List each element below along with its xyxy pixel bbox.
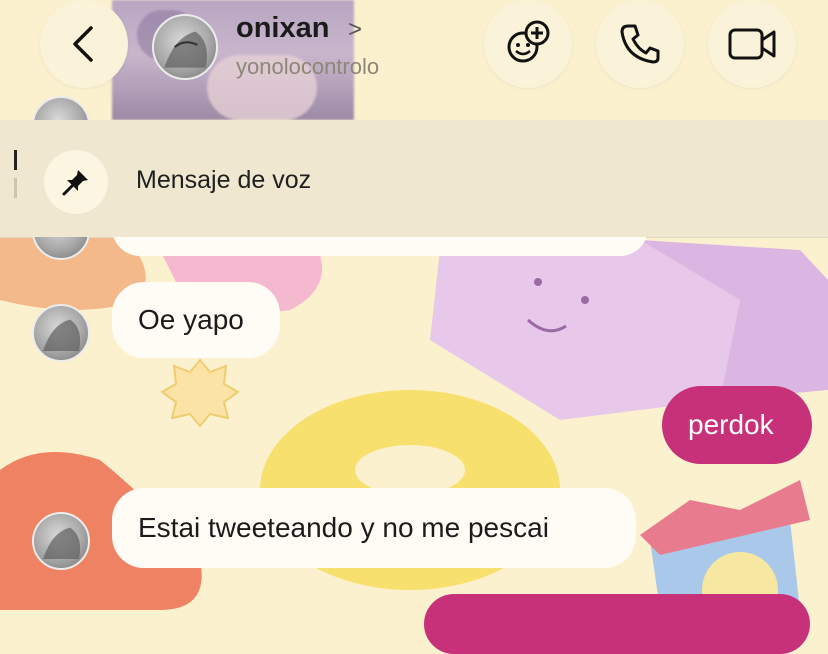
back-chevron-icon	[73, 26, 93, 62]
phone-icon	[620, 24, 660, 64]
pin-icon	[62, 170, 88, 196]
message-bubble-received[interactable]: Estai tweeteando y no me pescai	[112, 488, 636, 568]
message-bubble-received[interactable]: Oe yapo	[112, 282, 280, 358]
pinned-message-label[interactable]: Mensaje de voz	[136, 166, 311, 195]
header-avatar[interactable]	[152, 14, 218, 80]
video-call-button[interactable]	[708, 0, 796, 88]
message-bubble-sent-partial[interactable]	[424, 594, 810, 654]
add-emoji-button[interactable]	[484, 0, 572, 88]
message-text: Oe yapo	[138, 304, 244, 335]
message-bubble-sent[interactable]: perdok	[662, 386, 812, 464]
message-text: Estai tweeteando y no me pescai	[138, 512, 549, 543]
pin-indicator-active	[14, 150, 17, 170]
add-emoji-icon	[507, 20, 550, 63]
message-text: perdok	[688, 409, 774, 440]
message-avatar[interactable]	[32, 304, 90, 362]
pin-icon-container	[44, 150, 108, 214]
back-button[interactable]	[40, 0, 128, 88]
contact-handle: yonolocontrolo	[236, 54, 380, 79]
contact-username[interactable]: onixan	[236, 12, 329, 45]
message-avatar[interactable]	[32, 512, 90, 570]
video-camera-icon	[728, 28, 776, 60]
pin-indicator-inactive	[14, 178, 17, 198]
call-button[interactable]	[596, 0, 684, 88]
pin-bar-cover	[0, 120, 828, 237]
chevron-right-icon[interactable]: >	[348, 16, 362, 44]
